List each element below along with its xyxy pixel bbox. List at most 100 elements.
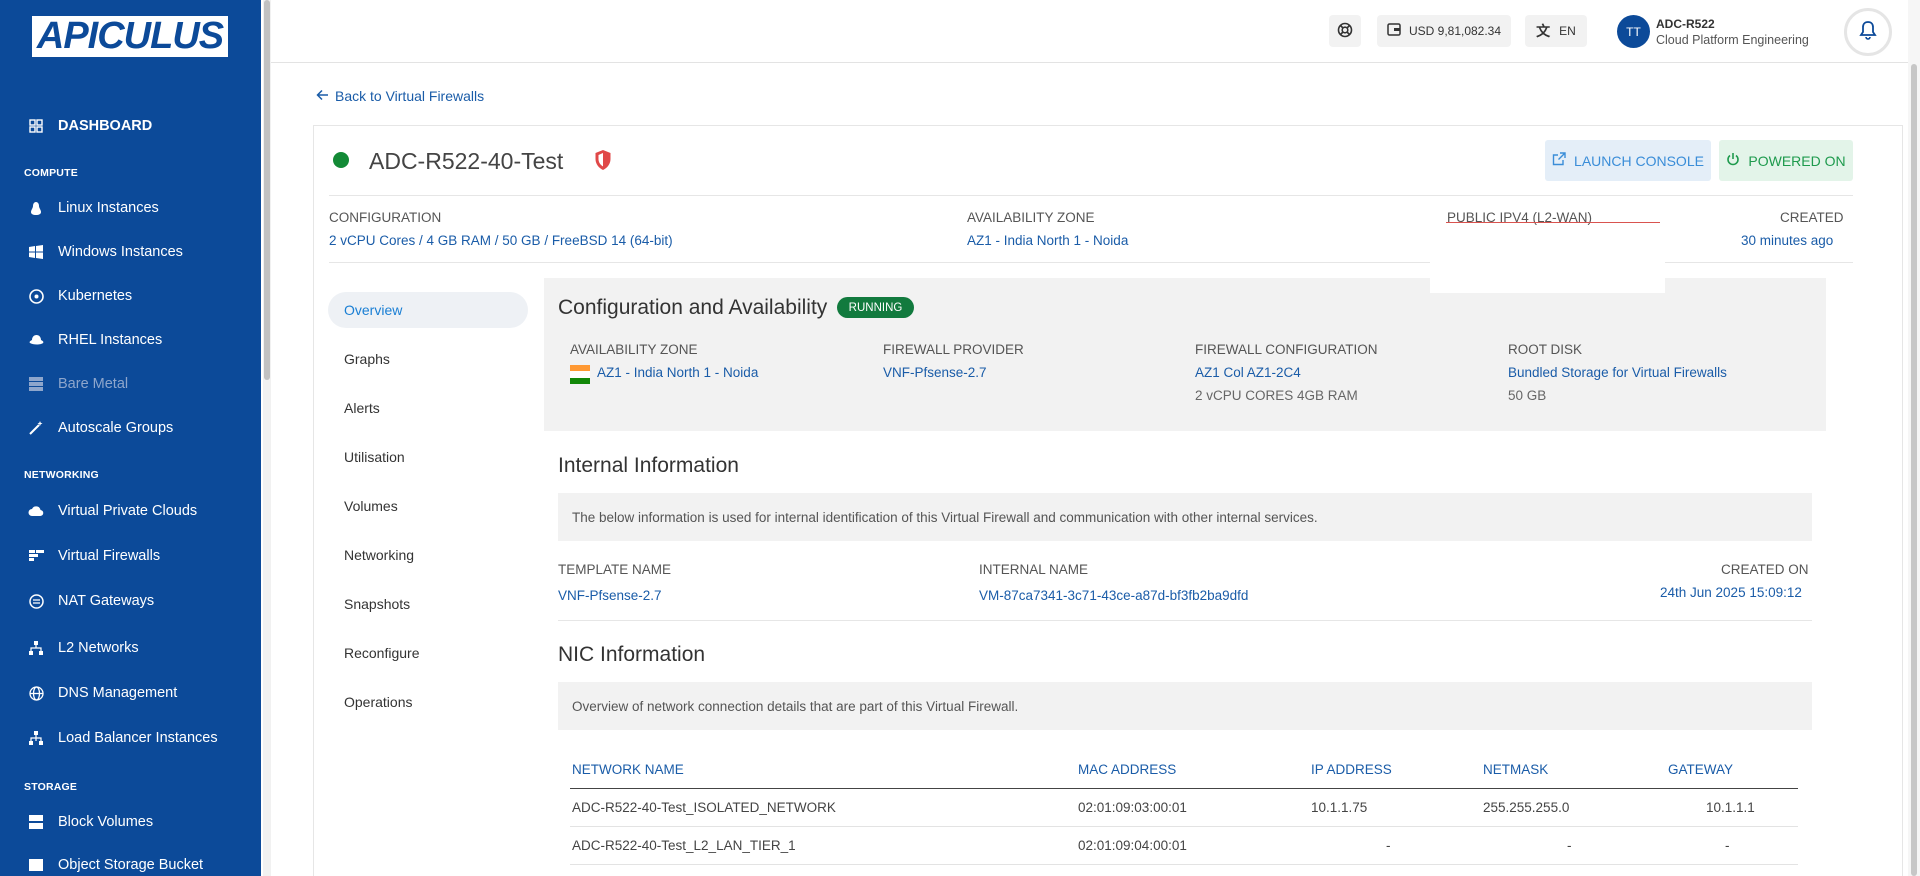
language-button[interactable]: 文 EN xyxy=(1525,15,1587,47)
top-header: USD 9,81,082.34 文 EN TT ADC-R522 Cloud P… xyxy=(271,0,1920,63)
network-icon xyxy=(28,640,44,656)
wallet-icon xyxy=(1387,23,1401,39)
tab-graphs[interactable]: Graphs xyxy=(328,341,528,377)
sidebar-item-virtual-firewalls[interactable]: Virtual Firewalls xyxy=(0,536,261,576)
windows-icon xyxy=(28,244,44,260)
nic-mac-address: 02:01:09:03:00:01 xyxy=(1078,800,1187,815)
panel-az-value[interactable]: AZ1 - India North 1 - Noida xyxy=(597,365,758,380)
availability-zone-label: AVAILABILITY ZONE xyxy=(967,210,1095,225)
firewall-configuration-detail: 2 vCPU CORES 4GB RAM xyxy=(1195,388,1358,403)
created-value: 30 minutes ago xyxy=(1741,233,1834,248)
internal-information-title: Internal Information xyxy=(558,454,739,477)
cloud-icon xyxy=(28,503,44,519)
tab-snapshots[interactable]: Snapshots xyxy=(328,586,528,622)
kubernetes-icon xyxy=(28,288,44,304)
status-indicator xyxy=(333,152,349,168)
firewall-provider-value[interactable]: VNF-Pfsense-2.7 xyxy=(883,365,987,380)
india-flag-icon xyxy=(570,365,590,384)
load-balancer-icon xyxy=(28,730,44,746)
nic-netmask: 255.255.255.0 xyxy=(1483,800,1570,815)
internal-name-value[interactable]: VM-87ca7341-3c71-43ce-a87d-bf3fb2ba9dfd xyxy=(979,588,1248,603)
row-divider xyxy=(570,826,1798,827)
divider xyxy=(329,195,1853,196)
bucket-icon xyxy=(28,857,44,873)
template-name-value[interactable]: VNF-Pfsense-2.7 xyxy=(558,588,662,603)
sidebar-item-rhel-instances[interactable]: RHEL Instances xyxy=(0,320,261,360)
lifebuoy-icon xyxy=(1337,22,1353,41)
tab-networking[interactable]: Networking xyxy=(328,537,528,573)
ip-underline xyxy=(1446,222,1660,223)
support-button[interactable] xyxy=(1329,15,1361,47)
column-network-name: NETWORK NAME xyxy=(572,762,684,777)
power-icon xyxy=(1726,152,1740,169)
nat-gateway-icon xyxy=(28,593,44,609)
column-netmask: NETMASK xyxy=(1483,762,1549,777)
section-compute: COMPUTE xyxy=(24,167,78,179)
section-networking: NETWORKING xyxy=(24,469,99,481)
notifications-button[interactable] xyxy=(1844,8,1892,56)
sidebar-item-l2-networks[interactable]: L2 Networks xyxy=(0,628,261,668)
launch-console-button[interactable]: LAUNCH CONSOLE xyxy=(1545,140,1711,181)
sidebar-item-dns-management[interactable]: DNS Management xyxy=(0,673,261,713)
nic-ip-address: 10.1.1.75 xyxy=(1311,800,1368,815)
sidebar-item-object-storage-bucket[interactable]: Object Storage Bucket xyxy=(0,845,261,876)
internal-name-label: INTERNAL NAME xyxy=(979,562,1089,577)
back-to-virtual-firewalls-link[interactable]: Back to Virtual Firewalls xyxy=(316,88,484,104)
language-code: EN xyxy=(1559,24,1576,38)
sidebar-item-linux-instances[interactable]: Linux Instances xyxy=(0,188,261,228)
tab-volumes[interactable]: Volumes xyxy=(328,488,528,524)
nic-netmask: - xyxy=(1567,838,1572,853)
root-disk-label: ROOT DISK xyxy=(1508,342,1583,357)
magic-wand-icon xyxy=(28,420,44,436)
sidebar-scrollbar[interactable] xyxy=(263,0,271,876)
column-mac-address: MAC ADDRESS xyxy=(1078,762,1177,777)
tab-overview[interactable]: Overview xyxy=(328,292,528,328)
user-org: Cloud Platform Engineering xyxy=(1656,33,1809,47)
shield-icon xyxy=(594,149,612,176)
bell-icon xyxy=(1859,20,1877,45)
sidebar-item-windows-instances[interactable]: Windows Instances xyxy=(0,232,261,272)
grid-icon xyxy=(28,118,44,134)
root-disk-value[interactable]: Bundled Storage for Virtual Firewalls xyxy=(1508,365,1727,380)
firewall-configuration-value[interactable]: AZ1 Col AZ1-2C4 xyxy=(1195,365,1301,380)
nic-network-name: ADC-R522-40-Test_L2_LAN_TIER_1 xyxy=(572,838,796,853)
sidebar-item-bare-metal[interactable]: Bare Metal xyxy=(0,364,261,404)
tab-alerts[interactable]: Alerts xyxy=(328,390,528,426)
firewall-configuration-label: FIREWALL CONFIGURATION xyxy=(1195,342,1378,357)
apiculus-logo[interactable]: APICULUS xyxy=(32,15,228,57)
wallet-balance-button[interactable]: USD 9,81,082.34 xyxy=(1377,15,1511,47)
row-divider xyxy=(570,864,1798,865)
avatar[interactable]: TT xyxy=(1617,15,1650,48)
status-badge: RUNNING xyxy=(837,297,914,318)
configuration-label: CONFIGURATION xyxy=(329,210,442,225)
powered-on-button[interactable]: POWERED ON xyxy=(1719,140,1853,181)
block-volume-icon xyxy=(28,814,44,830)
tab-operations[interactable]: Operations xyxy=(328,684,528,720)
tab-utilisation[interactable]: Utilisation xyxy=(328,439,528,475)
divider xyxy=(558,620,1812,621)
created-label: CREATED xyxy=(1780,210,1844,225)
external-link-icon xyxy=(1552,152,1566,169)
root-disk-size: 50 GB xyxy=(1508,388,1547,403)
sidebar-item-dashboard[interactable]: DASHBOARD xyxy=(0,106,261,146)
availability-zone-value: AZ1 - India North 1 - Noida xyxy=(967,233,1129,248)
nic-mac-address: 02:01:09:04:00:01 xyxy=(1078,838,1187,853)
user-name[interactable]: ADC-R522 xyxy=(1656,17,1715,31)
sidebar-item-block-volumes[interactable]: Block Volumes xyxy=(0,802,261,842)
page-scrollbar[interactable] xyxy=(1908,0,1920,876)
nic-gateway: - xyxy=(1725,838,1730,853)
sidebar-item-virtual-private-clouds[interactable]: Virtual Private Clouds xyxy=(0,491,261,531)
server-icon xyxy=(28,376,44,392)
sidebar-item-load-balancer-instances[interactable]: Load Balancer Instances xyxy=(0,718,261,758)
sidebar: APICULUS DASHBOARD COMPUTE Linux Instanc… xyxy=(0,0,261,876)
sidebar-item-nat-gateways[interactable]: NAT Gateways xyxy=(0,581,261,621)
redhat-icon xyxy=(28,332,44,348)
firewall-icon xyxy=(28,548,44,564)
tab-reconfigure[interactable]: Reconfigure xyxy=(328,635,528,671)
sidebar-item-autoscale-groups[interactable]: Autoscale Groups xyxy=(0,408,261,448)
panel-az-label: AVAILABILITY ZONE xyxy=(570,342,698,357)
internal-information-description: The below information is used for intern… xyxy=(558,493,1812,541)
configuration-availability-title: Configuration and Availability xyxy=(558,296,828,319)
linux-icon xyxy=(28,200,44,216)
sidebar-item-kubernetes[interactable]: Kubernetes xyxy=(0,276,261,316)
